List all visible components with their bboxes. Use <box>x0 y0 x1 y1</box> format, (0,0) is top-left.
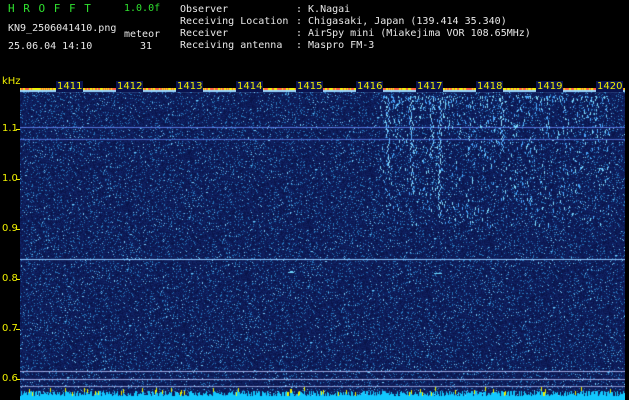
app-version: 1.0.0f <box>124 3 161 14</box>
spectrogram-canvas <box>20 88 625 400</box>
minute-label: 1419 <box>536 81 564 92</box>
minute-label: 1420 <box>596 81 624 92</box>
field-value-observer: : K.Nagai <box>296 4 351 15</box>
field-label-receiver: Receiver <box>180 28 229 39</box>
minute-label: 1414 <box>236 81 264 92</box>
app-brand: H R O F F T <box>8 2 92 15</box>
minute-label: 1417 <box>416 81 444 92</box>
field-label-location: Receiving Location <box>180 16 289 27</box>
y-unit-label: kHz <box>2 76 21 87</box>
field-value-location: : Chigasaki, Japan (139.414 35.340) <box>296 16 507 27</box>
field-value-antenna: : Maspro FM-3 <box>296 40 375 51</box>
header-panel: H R O F F T 1.0.0f KN9_2506041410.png me… <box>0 0 629 76</box>
minute-label: 1413 <box>176 81 204 92</box>
minute-label: 1415 <box>296 81 324 92</box>
detection-count: 31 <box>140 41 153 52</box>
minute-label: 1418 <box>476 81 504 92</box>
minute-label: 1416 <box>356 81 384 92</box>
file-name: KN9_2506041410.png <box>8 23 117 34</box>
mode-label: meteor <box>124 29 161 40</box>
field-label-observer: Observer <box>180 4 229 15</box>
minute-label: 1411 <box>56 81 84 92</box>
field-label-antenna: Receiving antenna <box>180 40 283 51</box>
waterfall-spectrogram <box>20 88 625 400</box>
date-time: 25.06.04 14:10 <box>8 41 93 52</box>
field-value-receiver: : AirSpy mini (Miakejima VOR 108.65MHz) <box>296 28 531 39</box>
minute-label: 1412 <box>116 81 144 92</box>
